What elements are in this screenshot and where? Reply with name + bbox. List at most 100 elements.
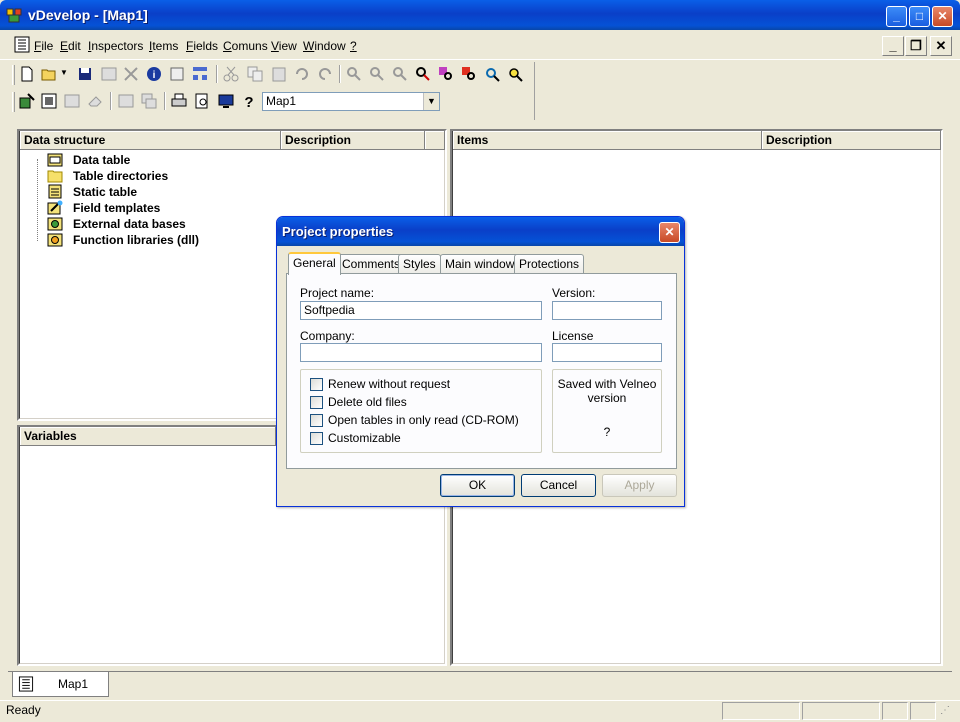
dialog-close-button[interactable]: ✕ [659,222,680,243]
company-label: Company: [300,329,355,343]
version-label: Version: [552,286,596,300]
read-only-checkbox[interactable] [310,414,323,427]
external-db-icon [47,217,63,231]
mdi-restore-button[interactable]: ❐ [905,36,927,56]
build-icon[interactable] [18,92,36,110]
tab-comments[interactable]: Comments [337,254,406,274]
find-field-icon[interactable] [460,65,478,83]
maximize-button[interactable]: □ [909,6,930,27]
menu-comuns[interactable]: Comuns [223,39,268,53]
menu-window[interactable]: Window [303,39,346,53]
find-object-icon[interactable] [506,65,524,83]
saved-with-label: Saved with Velneo version [557,377,657,405]
menu-inspectors[interactable]: Inspectors [88,39,143,53]
menu-file[interactable]: File [34,39,53,53]
project-properties-dialog[interactable]: Project properties ✕ General Comments St… [276,216,685,507]
menu-fields[interactable]: Fields [186,39,218,53]
minimize-button[interactable]: _ [886,6,907,27]
tab-label: Map1 [58,677,89,691]
close-button[interactable]: ✕ [932,6,953,27]
renew-label[interactable]: Renew without request [328,377,450,391]
field-templates-icon [47,200,63,215]
folder-icon [47,170,63,183]
export-icon [64,94,80,108]
info-icon[interactable]: i [145,65,163,83]
window-title: vDevelop - [Map1] [28,7,148,23]
mdi-close-button[interactable]: ✕ [930,36,952,56]
menu-help[interactable]: ? [350,39,357,53]
column-header-description[interactable]: Description [762,131,941,150]
open-dropdown-icon[interactable]: ▼ [60,68,68,77]
status-pane [722,702,800,720]
document-icon[interactable] [14,36,30,53]
renew-checkbox[interactable] [310,378,323,391]
compile-icon[interactable] [40,92,58,110]
paste-icon [272,67,286,82]
menu-items[interactable]: Items [149,39,178,53]
cancel-button[interactable]: Cancel [521,474,596,497]
tools-icon [124,67,138,81]
company-input[interactable] [300,343,542,362]
resize-grip-icon[interactable]: ⋰ [940,705,956,719]
search-next-icon [370,67,384,81]
tab-general[interactable]: General [288,252,341,275]
find-process-icon[interactable] [483,65,501,83]
print-icon[interactable] [170,92,188,110]
monitor-icon[interactable] [217,92,235,110]
toolbar-separator [339,65,341,83]
static-table-icon [48,184,62,199]
tab-map1[interactable]: Map1 [12,672,109,697]
toolbar-divider [534,62,535,120]
status-pane [910,702,936,720]
redo-icon [319,68,331,80]
menu-bar [0,30,960,60]
print-preview-icon[interactable] [193,92,211,110]
tab-styles[interactable]: Styles [398,254,441,274]
apply-button[interactable]: Apply [602,474,677,497]
find-icon[interactable] [414,65,432,83]
document-icon [18,676,34,692]
find-table-icon[interactable] [437,65,455,83]
hierarchy-icon[interactable] [191,65,209,83]
tab-protections[interactable]: Protections [514,254,585,274]
map-selector[interactable]: Map1 ▼ [262,92,440,111]
window-icon [118,94,134,108]
new-icon[interactable] [18,65,36,83]
menu-view[interactable]: View [271,39,297,53]
toolbar-grip[interactable] [12,92,15,112]
dialog-title[interactable]: Project properties [277,217,684,246]
saved-with-group: Saved with Velneo version ? [552,369,662,453]
ok-button[interactable]: OK [440,474,515,497]
variables-header[interactable]: Variables [20,427,276,446]
save-icon[interactable] [76,65,94,83]
version-input[interactable] [552,301,662,320]
read-only-label[interactable]: Open tables in only read (CD-ROM) [328,413,519,427]
menu-edit[interactable]: Edit [60,39,81,53]
help-icon[interactable]: ? [240,92,258,110]
check-icon [101,67,117,81]
delete-old-files-label[interactable]: Delete old files [328,395,407,409]
customizable-label[interactable]: Customizable [328,431,401,445]
general-tab-page: Project name: Softpedia Version: Company… [286,273,677,469]
project-name-label: Project name: [300,286,375,300]
toolbar-grip[interactable] [12,65,15,85]
open-icon[interactable] [40,65,58,83]
eraser-icon [88,96,102,107]
mdi-minimize-button[interactable]: _ [882,36,904,56]
copy-icon [247,66,263,82]
column-header-data-structure[interactable]: Data structure [20,131,281,150]
customizable-checkbox[interactable] [310,432,323,445]
license-input[interactable] [552,343,662,362]
column-header-filler [425,131,445,150]
status-text: Ready [6,703,41,717]
chevron-down-icon[interactable]: ▼ [423,93,439,110]
properties-icon[interactable] [168,65,186,83]
column-header-description[interactable]: Description [281,131,425,150]
saved-with-version: ? [603,425,611,439]
search-icon [347,67,361,81]
column-header-items[interactable]: Items [453,131,762,150]
project-name-input[interactable]: Softpedia [300,301,542,320]
tab-main-window[interactable]: Main window [440,254,520,274]
delete-old-files-checkbox[interactable] [310,396,323,409]
windows-icon [141,93,157,109]
